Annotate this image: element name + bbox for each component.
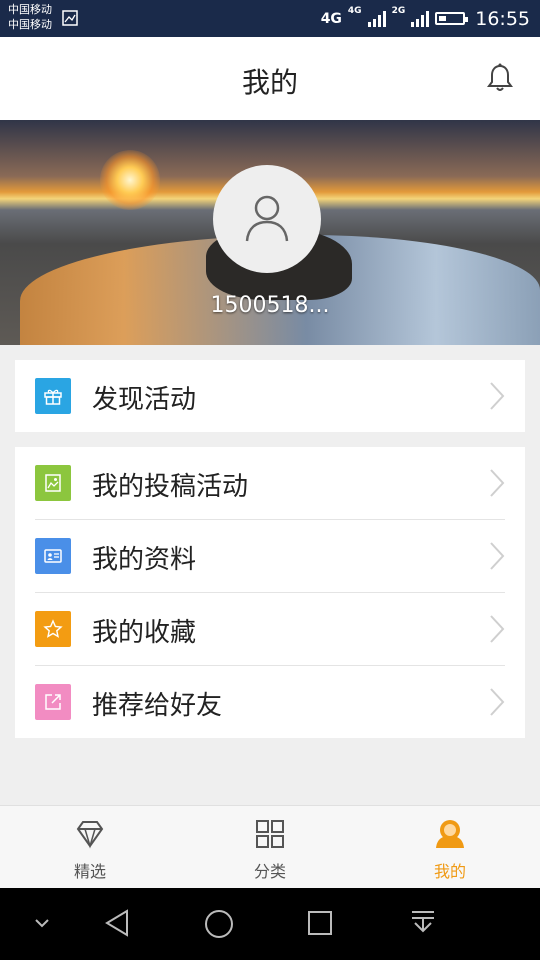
bell-icon[interactable] <box>486 63 514 93</box>
chevron-right-icon <box>490 542 505 570</box>
star-icon <box>35 611 71 647</box>
network-type: 4G <box>347 6 362 16</box>
tab-featured[interactable]: 精选 <box>0 806 180 889</box>
page-title: 我的 <box>241 66 298 99</box>
menu-item-label: 发现活动 <box>92 385 197 415</box>
carrier-info: 中国移动 中国移动 <box>8 2 52 32</box>
recents-icon[interactable] <box>307 910 333 936</box>
system-nav-bar <box>0 888 540 960</box>
chevron-right-icon <box>490 688 505 716</box>
menu-item-label: 我的资料 <box>92 545 197 575</box>
image-notification-icon <box>62 10 78 26</box>
menu-item-my-profile[interactable]: 我的资料 <box>35 520 505 593</box>
tab-label: 分类 <box>253 862 286 881</box>
back-icon[interactable] <box>103 908 131 938</box>
menu-item-recommend-friends[interactable]: 推荐给好友 <box>35 666 505 738</box>
menu-item-label: 推荐给好友 <box>92 691 223 721</box>
battery-icon <box>435 12 469 25</box>
chevron-down-icon[interactable] <box>33 916 51 930</box>
banner-sun <box>100 150 160 210</box>
notification-pull-icon[interactable] <box>410 909 436 937</box>
signal-icon <box>411 10 430 27</box>
chevron-right-icon <box>490 382 505 410</box>
user-icon <box>245 195 289 242</box>
tab-label: 精选 <box>73 862 106 881</box>
menu-item-label: 我的收藏 <box>92 618 197 648</box>
menu-item-discover-activity[interactable]: 发现活动 <box>35 360 505 432</box>
network-type: 2G <box>391 6 406 16</box>
menu-item-my-submissions[interactable]: 我的投稿活动 <box>35 447 505 520</box>
tab-label: 我的 <box>433 862 466 881</box>
tab-mine[interactable]: 我的 <box>360 806 540 889</box>
bottom-tab-bar: 精选 分类 我的 <box>0 805 540 888</box>
menu-section-personal: 我的投稿活动 我的资料 我的收藏 推荐给好友 <box>15 447 525 738</box>
person-icon <box>436 820 464 848</box>
gift-icon <box>35 378 71 414</box>
username[interactable]: 1500518... <box>0 293 540 318</box>
id-card-icon <box>35 538 71 574</box>
tab-categories[interactable]: 分类 <box>180 806 360 889</box>
home-icon[interactable] <box>204 909 234 939</box>
carrier-label: 中国移动 <box>8 3 52 16</box>
chevron-right-icon <box>490 469 505 497</box>
image-icon <box>35 465 71 501</box>
signal-icon <box>367 10 386 27</box>
status-bar: 中国移动 中国移动 4G 4G 2G 16:55 <box>0 0 540 37</box>
menu-item-my-favorites[interactable]: 我的收藏 <box>35 593 505 666</box>
chevron-right-icon <box>490 615 505 643</box>
network-type: 4G <box>320 10 342 27</box>
clock: 16:55 <box>475 7 530 30</box>
diamond-icon <box>76 821 104 849</box>
share-icon <box>35 684 71 720</box>
menu-item-label: 我的投稿活动 <box>92 472 249 502</box>
page-header: 我的 <box>0 37 540 120</box>
carrier-label: 中国移动 <box>8 18 52 31</box>
menu-section-discover: 发现活动 <box>15 360 525 432</box>
grid-icon <box>256 820 284 848</box>
avatar[interactable] <box>213 165 321 273</box>
